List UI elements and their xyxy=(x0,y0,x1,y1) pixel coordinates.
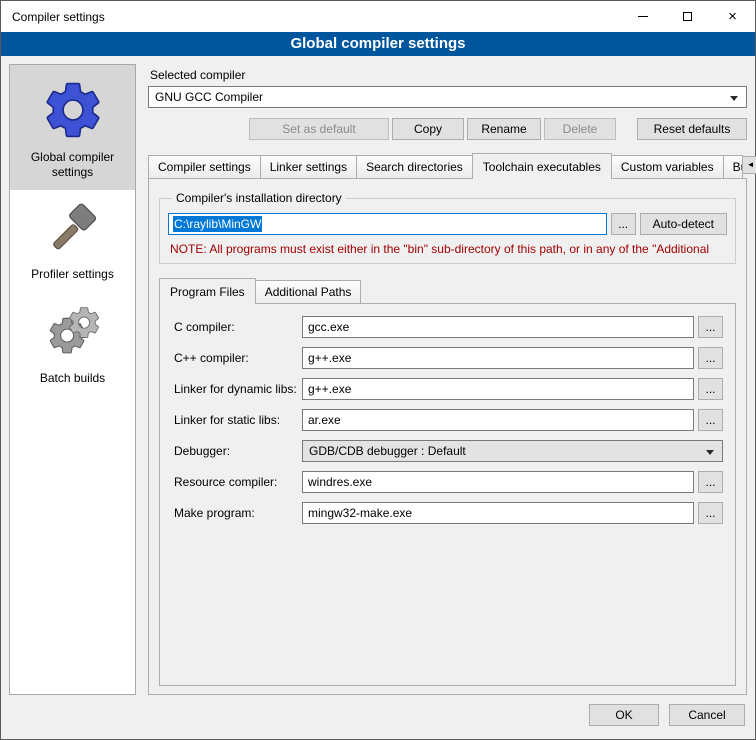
c-compiler-browse-button[interactable]: ... xyxy=(698,316,723,338)
installation-directory-input[interactable]: C:\raylib\MinGW xyxy=(168,213,607,235)
tab-toolchain-executables[interactable]: Toolchain executables xyxy=(472,153,612,179)
dynamic-linker-label: Linker for dynamic libs: xyxy=(174,382,302,396)
tab-build-options[interactable]: Builc xyxy=(723,155,743,178)
close-button[interactable]: × xyxy=(710,1,755,32)
sidebar-item-label: Global compiler settings xyxy=(14,150,131,180)
debugger-select-value: GDB/CDB debugger : Default xyxy=(309,444,466,458)
c-compiler-label: C compiler: xyxy=(174,320,302,334)
static-linker-row: Linker for static libs: ... xyxy=(174,409,723,431)
chevron-down-icon xyxy=(706,450,714,455)
make-program-row: Make program: ... xyxy=(174,502,723,524)
program-files-panel: C compiler: ... C++ compiler: ... Linker… xyxy=(159,304,736,686)
toolchain-executables-panel: Compiler's installation directory C:\ray… xyxy=(148,179,747,695)
dynamic-linker-input[interactable] xyxy=(302,378,694,400)
rename-button[interactable]: Rename xyxy=(467,118,541,140)
resource-compiler-input[interactable] xyxy=(302,471,694,493)
dialog-header: Global compiler settings xyxy=(1,32,755,56)
titlebar[interactable]: Compiler settings × xyxy=(1,1,755,32)
sidebar-item-label: Batch builds xyxy=(40,371,105,386)
delete-button[interactable]: Delete xyxy=(544,118,616,140)
debugger-select[interactable]: GDB/CDB debugger : Default xyxy=(302,440,723,462)
cpp-compiler-row: C++ compiler: ... xyxy=(174,347,723,369)
sidebar-item-batch-builds[interactable]: Batch builds xyxy=(10,292,135,396)
tab-additional-paths[interactable]: Additional Paths xyxy=(255,280,362,303)
compiler-select[interactable]: GNU GCC Compiler xyxy=(148,86,747,108)
window-title: Compiler settings xyxy=(1,10,105,24)
installation-directory-browse-button[interactable]: ... xyxy=(611,213,636,235)
dialog-footer: OK Cancel xyxy=(1,699,755,739)
tab-compiler-settings[interactable]: Compiler settings xyxy=(148,155,261,178)
sidebar-item-profiler-settings[interactable]: Profiler settings xyxy=(10,190,135,292)
cpp-compiler-input[interactable] xyxy=(302,347,694,369)
chevron-down-icon xyxy=(730,96,738,101)
compiler-actions: Set as default Copy Rename Delete Reset … xyxy=(148,118,747,140)
profiler-tool-icon xyxy=(44,202,102,260)
close-icon: × xyxy=(728,9,737,24)
tab-linker-settings[interactable]: Linker settings xyxy=(260,155,357,178)
cancel-button[interactable]: Cancel xyxy=(669,704,745,726)
resource-compiler-row: Resource compiler: ... xyxy=(174,471,723,493)
make-program-input[interactable] xyxy=(302,502,694,524)
debugger-row: Debugger: GDB/CDB debugger : Default xyxy=(174,440,723,462)
make-program-browse-button[interactable]: ... xyxy=(698,502,723,524)
copy-button[interactable]: Copy xyxy=(392,118,464,140)
cpp-compiler-browse-button[interactable]: ... xyxy=(698,347,723,369)
settings-tabstrip: Compiler settings Linker settings Search… xyxy=(148,153,747,179)
program-files-tabstrip: Program Files Additional Paths xyxy=(159,278,736,304)
ok-button[interactable]: OK xyxy=(589,704,659,726)
tab-scroll-left-button[interactable]: ◄ xyxy=(742,156,756,174)
dynamic-linker-browse-button[interactable]: ... xyxy=(698,378,723,400)
maximize-icon xyxy=(683,12,692,21)
settings-sidebar: Global compiler settings Profiler settin… xyxy=(9,64,136,695)
compiler-select-value: GNU GCC Compiler xyxy=(155,90,263,104)
installation-directory-value: C:\raylib\MinGW xyxy=(173,216,262,232)
c-compiler-input[interactable] xyxy=(302,316,694,338)
sidebar-item-global-compiler-settings[interactable]: Global compiler settings xyxy=(10,65,135,190)
dynamic-linker-row: Linker for dynamic libs: ... xyxy=(174,378,723,400)
main-panel: Selected compiler GNU GCC Compiler Set a… xyxy=(146,64,747,695)
debugger-label: Debugger: xyxy=(174,444,302,458)
batch-builds-gears-icon xyxy=(43,304,103,364)
minimize-button[interactable] xyxy=(620,1,665,32)
installation-directory-group-title: Compiler's installation directory xyxy=(172,191,346,205)
static-linker-input[interactable] xyxy=(302,409,694,431)
tab-search-directories[interactable]: Search directories xyxy=(356,155,473,178)
tab-custom-variables[interactable]: Custom variables xyxy=(611,155,724,178)
resource-compiler-label: Resource compiler: xyxy=(174,475,302,489)
installation-directory-group: Compiler's installation directory C:\ray… xyxy=(159,191,736,264)
auto-detect-button[interactable]: Auto-detect xyxy=(640,213,727,235)
reset-defaults-button[interactable]: Reset defaults xyxy=(637,118,747,140)
compiler-settings-dialog: Compiler settings × Global compiler sett… xyxy=(0,0,756,740)
left-arrow-icon: ◄ xyxy=(747,160,755,169)
c-compiler-row: C compiler: ... xyxy=(174,316,723,338)
maximize-button[interactable] xyxy=(665,1,710,32)
make-program-label: Make program: xyxy=(174,506,302,520)
tab-program-files[interactable]: Program Files xyxy=(159,278,256,304)
resource-compiler-browse-button[interactable]: ... xyxy=(698,471,723,493)
cpp-compiler-label: C++ compiler: xyxy=(174,351,302,365)
selected-compiler-label: Selected compiler xyxy=(150,68,747,82)
global-compiler-gear-icon xyxy=(40,77,106,143)
static-linker-label: Linker for static libs: xyxy=(174,413,302,427)
sidebar-item-label: Profiler settings xyxy=(31,267,114,282)
note-text: NOTE: All programs must exist either in … xyxy=(170,242,725,256)
minimize-icon xyxy=(638,16,648,17)
set-as-default-button[interactable]: Set as default xyxy=(249,118,389,140)
static-linker-browse-button[interactable]: ... xyxy=(698,409,723,431)
